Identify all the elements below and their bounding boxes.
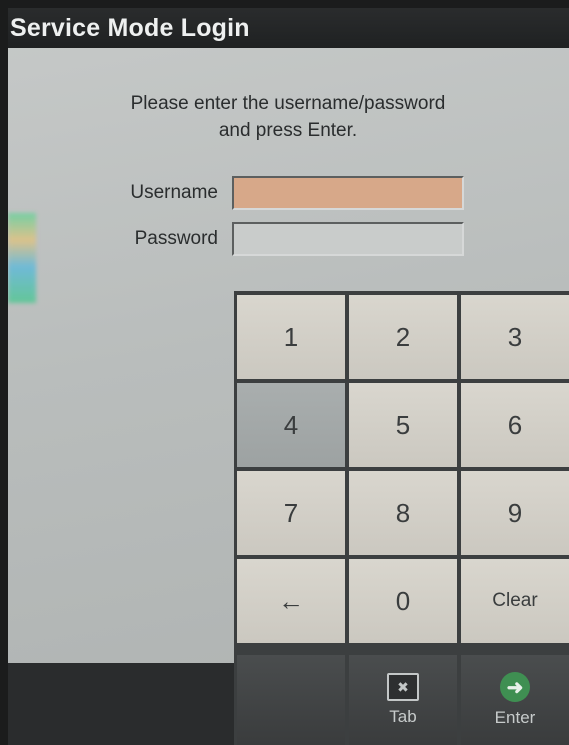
username-label: Username <box>130 182 218 203</box>
key-9[interactable]: 9 <box>461 471 569 555</box>
clear-button[interactable]: Clear <box>461 559 569 643</box>
tab-icon: ✖ <box>387 673 419 701</box>
backspace-key[interactable]: ← <box>237 559 345 643</box>
key-4[interactable]: 4 <box>237 383 345 467</box>
key-0[interactable]: 0 <box>349 559 457 643</box>
enter-button[interactable]: ➜ Enter <box>461 655 569 745</box>
arrow-right-circle-icon: ➜ <box>500 672 530 702</box>
key-8[interactable]: 8 <box>349 471 457 555</box>
password-field[interactable] <box>232 222 464 256</box>
password-label: Password <box>134 228 218 249</box>
key-5[interactable]: 5 <box>349 383 457 467</box>
service-mode-screen: Service Mode Login Please enter the user… <box>8 8 569 745</box>
instructions-line-2: and press Enter. <box>218 120 358 141</box>
key-7[interactable]: 7 <box>237 471 345 555</box>
instructions-text: Please enter the username/password and p… <box>78 90 498 144</box>
key-2[interactable]: 2 <box>349 295 457 379</box>
enter-label: Enter <box>494 708 536 727</box>
key-3[interactable]: 3 <box>461 295 569 379</box>
numeric-keypad: 1 2 3 4 5 6 7 8 9 ← 0 Clear ✖ Tab ➜ Ente… <box>234 291 569 745</box>
tab-label: Tab <box>389 707 417 726</box>
bottom-bar <box>8 663 234 745</box>
backspace-arrow-icon: ← <box>278 585 304 616</box>
key-6[interactable]: 6 <box>461 383 569 467</box>
screen-glare <box>8 213 36 303</box>
instructions-line-1: Please enter the username/password <box>130 93 446 114</box>
keypad-blank-slot <box>237 655 345 745</box>
tab-button[interactable]: ✖ Tab <box>349 655 457 745</box>
title-bar: Service Mode Login <box>8 8 569 48</box>
page-title: Service Mode Login <box>10 14 250 42</box>
username-field[interactable] <box>232 176 464 210</box>
key-1[interactable]: 1 <box>237 295 345 379</box>
